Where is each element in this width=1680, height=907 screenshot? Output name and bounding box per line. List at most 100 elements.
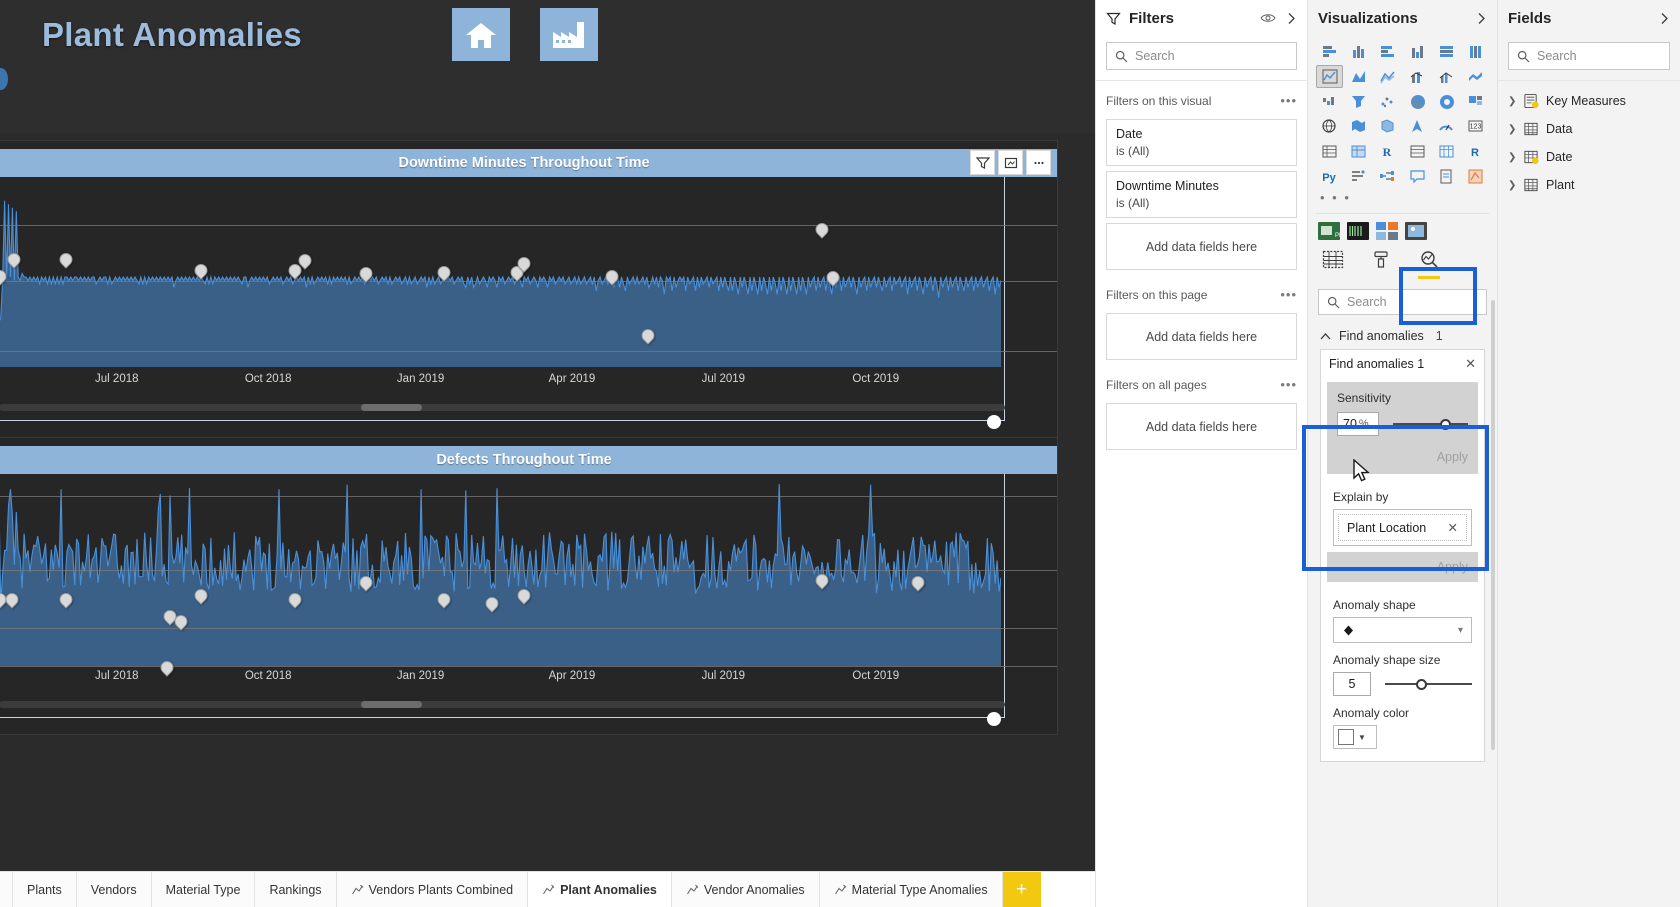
analytics-magnifier-icon[interactable]	[1418, 250, 1440, 279]
custom-visuals-row[interactable]: PRO	[1308, 216, 1497, 242]
treemap-icon[interactable]	[1462, 90, 1489, 113]
chevron-right-icon[interactable]	[1659, 12, 1670, 25]
explain-by-apply-button[interactable]: Apply	[1337, 560, 1468, 574]
scrollbar-thumb[interactable]	[361, 701, 422, 708]
fields-search-input[interactable]: Search	[1508, 42, 1670, 70]
anomaly-shape-size-slider[interactable]	[1385, 672, 1472, 696]
filter-card[interactable]: Date is (All)	[1106, 119, 1297, 166]
filter-dropzone[interactable]: Add data fields here	[1106, 313, 1297, 360]
chevron-right-icon[interactable]	[1286, 12, 1297, 25]
more-options-icon[interactable]: •••	[1280, 377, 1297, 392]
filter-icon[interactable]	[970, 150, 995, 175]
smart-narrative-icon[interactable]	[1433, 165, 1460, 188]
focus-mode-icon[interactable]	[998, 150, 1023, 175]
ribbon-chart-icon[interactable]	[1462, 65, 1489, 88]
horizontal-scrollbar[interactable]	[0, 404, 1005, 411]
close-icon[interactable]: ✕	[1465, 356, 1476, 372]
visual-type-gallery[interactable]: 123 R R Py	[1308, 36, 1497, 188]
format-paint-roller-icon[interactable]	[1370, 250, 1392, 279]
sensitivity-apply-button[interactable]: Apply	[1337, 450, 1468, 464]
100-stacked-column-chart-icon[interactable]	[1462, 40, 1489, 63]
visual-defects[interactable]: Defects Throughout Time Jul 2018 Oct 2018…	[0, 437, 1058, 735]
filled-map-icon[interactable]	[1345, 115, 1372, 138]
area-chart-icon[interactable]	[1345, 65, 1372, 88]
azure-map-icon[interactable]	[1403, 115, 1430, 138]
pie-chart-icon[interactable]	[1403, 90, 1430, 113]
visualizations-pane-scrollbar[interactable]	[1491, 300, 1495, 750]
visual-header-tools[interactable]	[970, 150, 1051, 175]
clustered-bar-chart-icon[interactable]	[1374, 40, 1401, 63]
page-tab-vendor-anomalies[interactable]: Vendor Anomalies	[671, 872, 820, 907]
chevron-right-icon[interactable]: ❯	[1508, 124, 1516, 135]
find-anomalies-section-header[interactable]: Find anomalies 1	[1308, 315, 1497, 349]
chevron-right-icon[interactable]	[1476, 12, 1487, 25]
explain-by-chip[interactable]: Plant Location ✕	[1338, 514, 1467, 541]
explain-by-well[interactable]: Plant Location ✕	[1333, 509, 1472, 546]
chevron-right-icon[interactable]: ❯	[1508, 180, 1516, 191]
stacked-bar-chart-icon[interactable]	[1316, 40, 1343, 63]
matrix-icon[interactable]	[1433, 140, 1460, 163]
stacked-area-chart-icon[interactable]	[1374, 65, 1401, 88]
hide-filters-icon[interactable]	[1260, 12, 1276, 24]
clustered-column-chart-icon[interactable]	[1403, 40, 1430, 63]
fields-table-row[interactable]: ❯ Data	[1498, 115, 1680, 143]
funnel-chart-icon[interactable]	[1345, 90, 1372, 113]
filter-dropzone[interactable]: Add data fields here	[1106, 403, 1297, 450]
more-options-icon[interactable]: •••	[1280, 287, 1297, 302]
table-icon[interactable]	[1403, 140, 1430, 163]
filter-card[interactable]: Downtime Minutes is (All)	[1106, 171, 1297, 218]
page-tab-bar[interactable]: Plants Vendors Material Type Rankings Vendor…	[0, 871, 1095, 907]
kpi-icon[interactable]	[1345, 140, 1372, 163]
visual-resize-handle[interactable]	[987, 712, 1001, 726]
slicer-icon[interactable]: R	[1374, 140, 1401, 163]
chevron-right-icon[interactable]: ❯	[1508, 96, 1516, 107]
key-influencers-icon[interactable]	[1345, 165, 1372, 188]
barcode-visual-icon[interactable]	[1347, 222, 1369, 240]
r-script-visual-icon[interactable]: R	[1462, 140, 1489, 163]
fields-table-row[interactable]: ❯ Plant	[1498, 171, 1680, 199]
page-tab-plant-anomalies[interactable]: Plant Anomalies	[528, 872, 672, 907]
line-chart-icon[interactable]	[1316, 65, 1344, 88]
more-options-icon[interactable]	[1026, 150, 1051, 175]
stacked-column-chart-icon[interactable]	[1345, 40, 1372, 63]
add-page-button[interactable]: +	[1002, 872, 1041, 907]
sensitivity-setting[interactable]: Sensitivity 70 % Apply	[1327, 382, 1478, 474]
more-options-icon[interactable]: •••	[1280, 93, 1297, 108]
visual-downtime-minutes[interactable]: Downtime Minutes Throughout Time Jul 201…	[0, 140, 1058, 438]
100-stacked-bar-chart-icon[interactable]	[1433, 40, 1460, 63]
map-icon[interactable]	[1316, 115, 1343, 138]
pane-tab-strip[interactable]	[1308, 242, 1497, 285]
filter-dropzone[interactable]: Add data fields here	[1106, 223, 1297, 270]
analytics-search-input[interactable]: Search	[1318, 289, 1487, 315]
qna-icon[interactable]	[1403, 165, 1430, 188]
python-visual-icon[interactable]: Py	[1316, 165, 1343, 188]
page-tab-material-type[interactable]: Material Type	[151, 872, 256, 907]
scatter-chart-icon[interactable]	[1374, 90, 1401, 113]
close-icon[interactable]: ✕	[1448, 520, 1458, 535]
page-tab-material-type-anomalies[interactable]: Material Type Anomalies	[819, 872, 1003, 907]
horizontal-scrollbar[interactable]	[0, 701, 1005, 708]
image-visual-icon[interactable]	[1405, 222, 1427, 240]
paginated-report-icon[interactable]	[1462, 165, 1489, 188]
card-icon[interactable]: 123	[1462, 115, 1489, 138]
visual-resize-handle[interactable]	[987, 415, 1001, 429]
chevron-right-icon[interactable]: ❯	[1508, 152, 1516, 163]
sensitivity-input[interactable]: 70 %	[1337, 412, 1379, 436]
anomaly-color-picker[interactable]: ▼	[1333, 725, 1377, 749]
page-tab-rankings[interactable]: Rankings	[255, 872, 337, 907]
scrollbar-thumb[interactable]	[361, 404, 422, 411]
waterfall-chart-icon[interactable]	[1316, 90, 1343, 113]
home-nav-button[interactable]	[452, 8, 510, 61]
page-tab-vendors[interactable]: Vendors	[76, 872, 152, 907]
fields-table-row[interactable]: ❯ Key Measures	[1498, 87, 1680, 115]
shape-map-icon[interactable]	[1374, 115, 1401, 138]
multi-row-card-icon[interactable]	[1316, 140, 1343, 163]
decomposition-tree-icon[interactable]	[1374, 165, 1401, 188]
donut-chart-icon[interactable]	[1433, 90, 1460, 113]
pro-visual-icon[interactable]: PRO	[1318, 222, 1348, 240]
page-tab-plants[interactable]: Plants	[13, 872, 77, 907]
sensitivity-slider[interactable]	[1393, 412, 1468, 436]
anomaly-shape-size-input[interactable]: 5	[1333, 672, 1371, 696]
fields-table-list[interactable]: ❯ Key Measures ❯ Data ❯ Date ❯ Plant	[1498, 81, 1680, 199]
tiles-visual-icon[interactable]	[1376, 222, 1398, 240]
